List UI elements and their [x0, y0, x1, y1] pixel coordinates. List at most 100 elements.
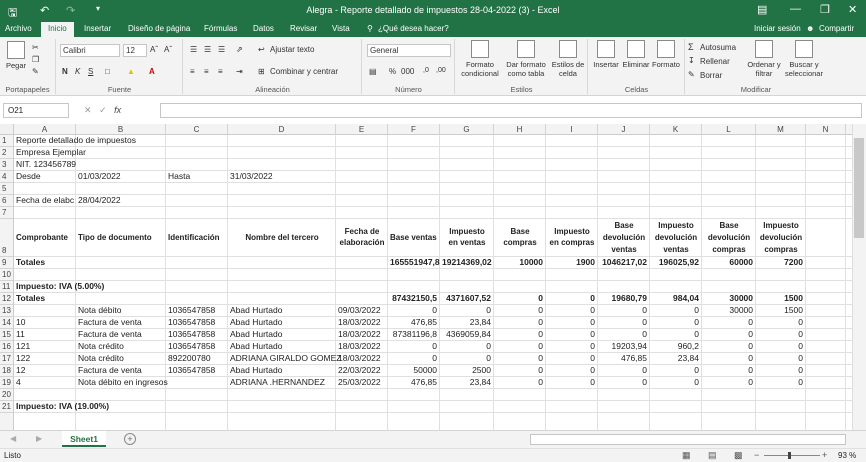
sort-filter-button[interactable]: Ordenar y filtrar [746, 40, 782, 78]
row-header[interactable]: 15 [0, 329, 13, 341]
column-header[interactable]: F [388, 124, 440, 135]
thousands-icon[interactable]: 000 [401, 67, 414, 76]
close-icon[interactable]: ✕ [848, 3, 857, 16]
page-break-icon[interactable]: ▩ [734, 450, 743, 461]
format-as-table-button[interactable]: Dar formato como tabla [504, 40, 548, 78]
font-size-select[interactable]: 12 [123, 44, 147, 57]
column-header[interactable]: B [76, 124, 166, 135]
minimize-icon[interactable]: — [790, 3, 801, 15]
row-header[interactable]: 4 [0, 171, 13, 183]
row-header[interactable]: 19 [0, 377, 13, 389]
column-header[interactable]: J [598, 124, 650, 135]
format-cells-button[interactable]: Formato [651, 40, 681, 69]
row-header[interactable]: 12 [0, 293, 13, 305]
align-middle-icon[interactable]: ☰ [204, 45, 211, 54]
format-painter-icon[interactable]: ✎ [32, 67, 39, 76]
zoom-in-icon[interactable]: + [822, 450, 827, 460]
row-header[interactable]: 18 [0, 365, 13, 377]
scroll-sheets-left-icon[interactable]: ◀ [10, 434, 16, 443]
row-header[interactable]: 20 [0, 389, 13, 401]
row-header[interactable]: 14 [0, 317, 13, 329]
row-header[interactable]: 6 [0, 195, 13, 207]
row-header[interactable]: 7 [0, 207, 13, 219]
delete-cells-button[interactable]: Eliminar [621, 40, 651, 69]
paste-button[interactable]: Pegar [4, 41, 28, 70]
column-header[interactable]: H [494, 124, 546, 135]
currency-icon[interactable]: ▤ [369, 67, 377, 76]
merge-center-button[interactable]: Combinar y centrar [270, 67, 338, 76]
insert-cells-button[interactable]: Insertar [591, 40, 621, 69]
increase-decimal-icon[interactable]: ,0 [423, 67, 429, 74]
row-header[interactable]: 3 [0, 159, 13, 171]
row-header[interactable]: 21 [0, 401, 13, 413]
column-header[interactable]: L [702, 124, 756, 135]
name-box[interactable]: O21 [3, 103, 69, 118]
align-right-icon[interactable]: ≡ [218, 67, 223, 76]
tab-formulas[interactable]: Fórmulas [204, 24, 237, 33]
zoom-slider[interactable] [764, 455, 820, 456]
row-header[interactable]: 11 [0, 281, 13, 293]
column-header[interactable]: I [546, 124, 598, 135]
row-header[interactable]: 10 [0, 269, 13, 281]
row-header[interactable]: 9 [0, 257, 13, 269]
tab-revisar[interactable]: Revisar [290, 24, 317, 33]
column-header[interactable]: N [806, 124, 846, 135]
underline-icon[interactable]: S [88, 67, 93, 76]
page-layout-icon[interactable]: ▤ [708, 450, 717, 461]
row-header[interactable]: 8 [0, 219, 13, 257]
sheet-tab-sheet1[interactable]: Sheet1 [62, 431, 106, 447]
zoom-level[interactable]: 93 % [838, 451, 856, 460]
orientation-icon[interactable]: ⇗ [236, 45, 243, 54]
column-header[interactable]: A [14, 124, 76, 135]
copy-icon[interactable]: ❐ [32, 55, 39, 64]
italic-icon[interactable]: K [75, 67, 80, 76]
indent-icon[interactable]: ⇥ [236, 67, 243, 76]
clear-button[interactable]: Borrar [700, 71, 722, 80]
grow-font-icon[interactable]: Aˆ [150, 45, 158, 54]
horizontal-scrollbar[interactable] [530, 434, 846, 445]
percent-icon[interactable]: % [389, 67, 396, 76]
normal-view-icon[interactable]: ▦ [682, 450, 691, 461]
fill-button[interactable]: Rellenar [700, 57, 730, 66]
tab-datos[interactable]: Datos [253, 24, 274, 33]
align-bottom-icon[interactable]: ☰ [218, 45, 225, 54]
row-header[interactable]: 17 [0, 353, 13, 365]
corner-select-all[interactable] [0, 124, 14, 135]
signin-link[interactable]: Iniciar sesión [754, 24, 801, 33]
cut-icon[interactable]: ✂ [32, 43, 39, 52]
vertical-scroll-thumb[interactable] [854, 138, 864, 238]
bold-icon[interactable]: N [62, 67, 68, 76]
number-format-select[interactable]: General [367, 44, 451, 57]
column-header[interactable]: D [228, 124, 336, 135]
decrease-decimal-icon[interactable]: ,00 [436, 67, 446, 74]
share-button[interactable]: Compartir [819, 24, 854, 33]
restore-icon[interactable]: ❐ [820, 3, 830, 16]
row-header[interactable]: 2 [0, 147, 13, 159]
column-header[interactable]: M [756, 124, 806, 135]
row-header[interactable]: 13 [0, 305, 13, 317]
column-header[interactable]: G [440, 124, 494, 135]
row-header[interactable]: 16 [0, 341, 13, 353]
shrink-font-icon[interactable]: Aˇ [164, 45, 172, 54]
zoom-out-icon[interactable]: − [754, 450, 759, 460]
autosum-button[interactable]: Autosuma [700, 43, 736, 52]
align-top-icon[interactable]: ☰ [190, 45, 197, 54]
wrap-text-button[interactable]: Ajustar texto [270, 45, 314, 54]
tell-me-search[interactable]: ¿Qué desea hacer? [378, 24, 449, 33]
ribbon-options-icon[interactable]: ▤ [757, 3, 767, 16]
column-header[interactable]: K [650, 124, 702, 135]
column-header[interactable]: C [166, 124, 228, 135]
tab-vista[interactable]: Vista [332, 24, 350, 33]
cancel-icon[interactable]: ✕ [84, 105, 92, 115]
tab-diseno-pagina[interactable]: Diseño de página [128, 24, 190, 33]
function-icon[interactable]: fx [114, 105, 121, 115]
tab-insertar[interactable]: Insertar [84, 24, 111, 33]
tab-inicio[interactable]: Inicio [41, 22, 74, 37]
align-left-icon[interactable]: ≡ [190, 67, 195, 76]
scroll-sheets-right-icon[interactable]: ▶ [36, 434, 42, 443]
zoom-slider-thumb[interactable] [788, 452, 791, 459]
row-header[interactable]: 1 [0, 135, 13, 147]
enter-icon[interactable]: ✓ [99, 105, 107, 115]
tab-archivo[interactable]: Archivo [5, 24, 32, 33]
borders-icon[interactable]: □ [105, 67, 110, 76]
